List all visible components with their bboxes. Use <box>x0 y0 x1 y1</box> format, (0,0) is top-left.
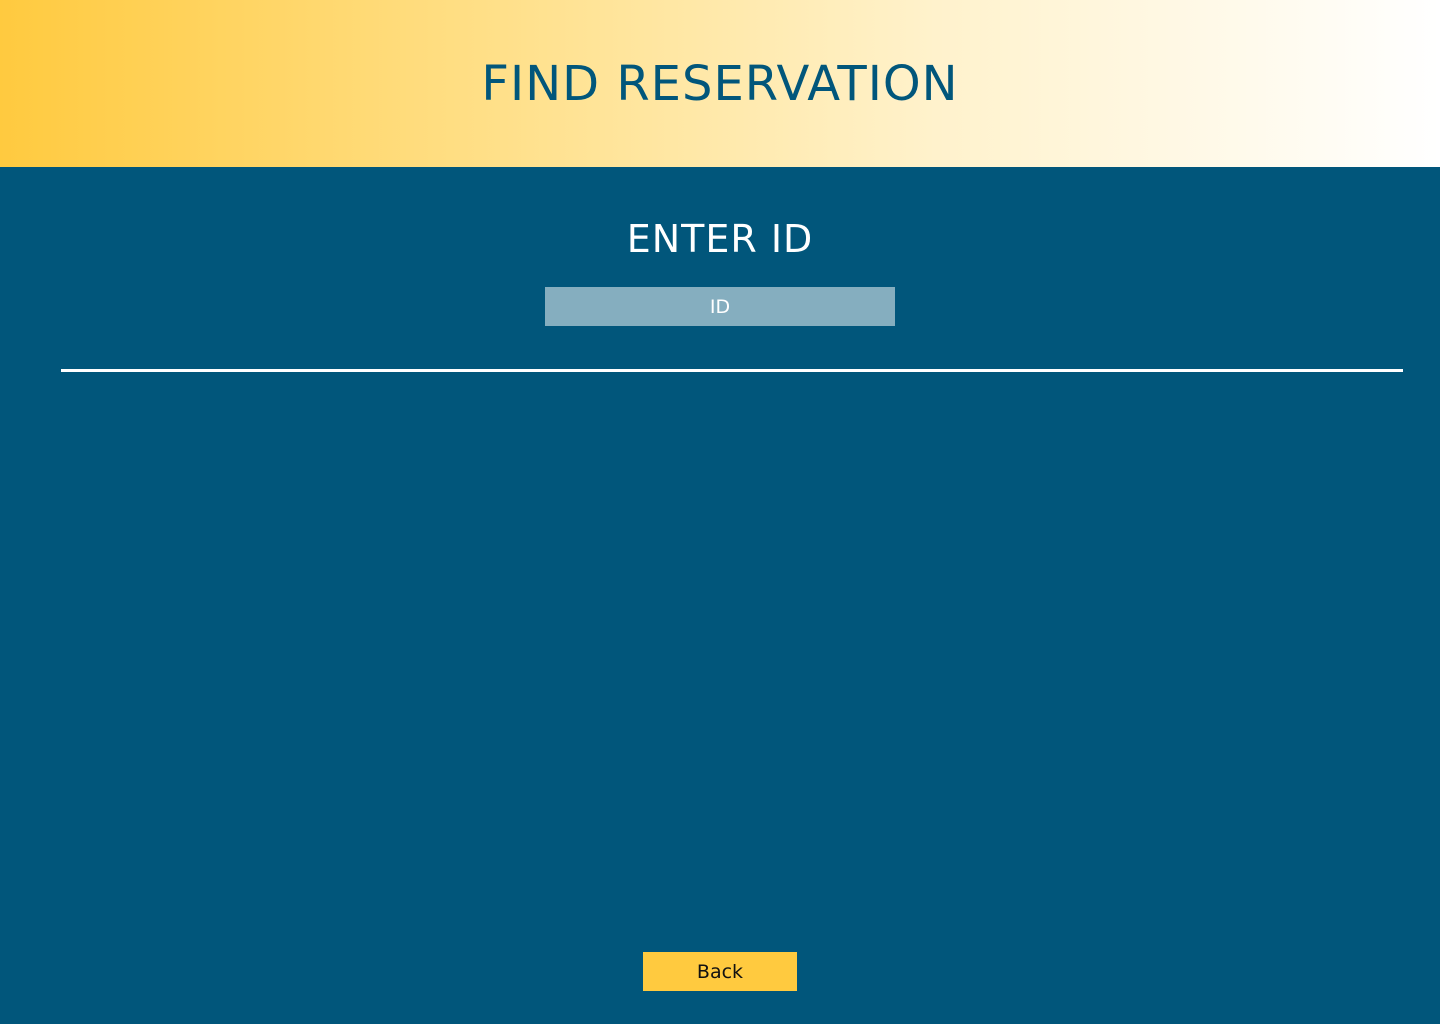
back-button[interactable]: Back <box>643 952 797 991</box>
enter-id-heading: ENTER ID <box>626 217 814 261</box>
reservation-id-input[interactable] <box>545 287 895 326</box>
page-header: FIND RESERVATION <box>0 0 1440 167</box>
main-content: ENTER ID Back <box>0 167 1440 1024</box>
divider <box>61 369 1403 372</box>
page-title: FIND RESERVATION <box>481 55 959 112</box>
